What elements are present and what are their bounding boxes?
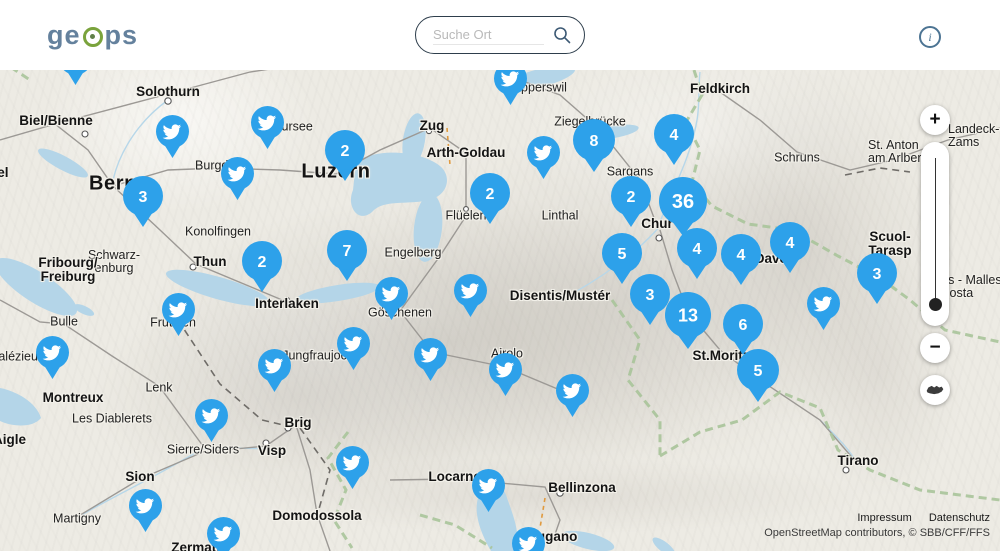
map-copyright: OpenStreetMap contributors, © SBB/CFF/FF… bbox=[764, 526, 990, 541]
search-icon[interactable] bbox=[552, 25, 572, 45]
twitter-marker[interactable] bbox=[371, 275, 412, 324]
logo-text-post: ps bbox=[105, 20, 139, 51]
twitter-marker[interactable] bbox=[254, 347, 295, 396]
cluster-marker-2[interactable]: 2 bbox=[466, 171, 514, 228]
zoom-slider[interactable] bbox=[921, 142, 949, 326]
twitter-marker[interactable] bbox=[468, 467, 509, 516]
twitter-marker[interactable] bbox=[217, 155, 258, 204]
cluster-count: 36 bbox=[672, 191, 694, 213]
twitter-marker[interactable] bbox=[485, 351, 526, 400]
impressum-link[interactable]: Impressum bbox=[857, 512, 911, 524]
app-header: geps i bbox=[0, 0, 1000, 70]
cluster-marker-2[interactable]: 2 bbox=[607, 174, 655, 231]
search-box bbox=[415, 16, 585, 54]
cluster-count: 4 bbox=[737, 247, 746, 264]
cluster-marker-4[interactable]: 4 bbox=[673, 226, 721, 283]
cluster-count: 2 bbox=[627, 189, 636, 206]
geops-map-app: SolothurnBiel/BienneNeuchâtelBernLuzernZ… bbox=[0, 0, 1000, 551]
map-canvas[interactable]: SolothurnBiel/BienneNeuchâtelBernLuzernZ… bbox=[0, 0, 1000, 551]
cluster-count: 4 bbox=[786, 235, 795, 252]
twitter-marker[interactable] bbox=[125, 487, 166, 536]
geops-logo[interactable]: geps bbox=[47, 20, 138, 51]
map-attribution: Impressum Datenschutz OpenStreetMap cont… bbox=[764, 511, 990, 541]
cluster-count: 3 bbox=[139, 189, 148, 206]
twitter-marker[interactable] bbox=[523, 134, 564, 183]
zoom-slider-track-line bbox=[935, 158, 936, 306]
search-input[interactable] bbox=[433, 25, 544, 45]
cluster-count: 3 bbox=[873, 266, 882, 283]
switzerland-extent-button[interactable] bbox=[920, 375, 950, 405]
logo-o-dot bbox=[90, 34, 95, 39]
twitter-marker[interactable] bbox=[803, 285, 844, 334]
cluster-marker-7[interactable]: 7 bbox=[323, 228, 371, 285]
twitter-marker[interactable] bbox=[152, 113, 193, 162]
map-markers-layer: 4 8 2 2 3 2 36 4 4 7 5 4 2 3 3 13 6 5 bbox=[0, 0, 1000, 551]
twitter-marker[interactable] bbox=[203, 515, 244, 551]
cluster-count: 6 bbox=[739, 317, 748, 334]
cluster-count: 5 bbox=[618, 246, 627, 263]
info-icon: i bbox=[928, 30, 931, 44]
cluster-count: 2 bbox=[486, 186, 495, 203]
cluster-count: 4 bbox=[670, 127, 679, 144]
twitter-marker[interactable] bbox=[158, 291, 199, 340]
twitter-marker[interactable] bbox=[508, 525, 549, 551]
cluster-marker-4[interactable]: 4 bbox=[650, 112, 698, 169]
cluster-count: 4 bbox=[693, 241, 702, 258]
cluster-marker-5[interactable]: 5 bbox=[733, 347, 783, 406]
cluster-marker-13[interactable]: 13 bbox=[661, 290, 715, 353]
cluster-count: 2 bbox=[258, 254, 267, 271]
datenschutz-link[interactable]: Datenschutz bbox=[929, 512, 990, 524]
cluster-count: 3 bbox=[646, 287, 655, 304]
cluster-marker-8[interactable]: 8 bbox=[569, 117, 619, 176]
logo-o-ring bbox=[83, 27, 103, 47]
cluster-count: 2 bbox=[341, 143, 350, 160]
twitter-marker[interactable] bbox=[333, 325, 374, 374]
cluster-marker-2[interactable]: 2 bbox=[238, 239, 286, 296]
cluster-count: 8 bbox=[590, 133, 599, 150]
twitter-marker[interactable] bbox=[450, 272, 491, 321]
cluster-marker-4[interactable]: 4 bbox=[717, 232, 765, 289]
switzerland-icon bbox=[925, 384, 945, 396]
twitter-marker[interactable] bbox=[247, 104, 288, 153]
zoom-out-button[interactable]: − bbox=[920, 333, 950, 363]
twitter-marker[interactable] bbox=[552, 372, 593, 421]
info-button[interactable]: i bbox=[919, 26, 941, 48]
cluster-marker-3[interactable]: 3 bbox=[853, 251, 901, 308]
logo-text-pre: ge bbox=[47, 20, 81, 51]
cluster-count: 5 bbox=[754, 363, 763, 380]
zoom-in-button[interactable]: + bbox=[920, 105, 950, 135]
zoom-slider-knob[interactable] bbox=[929, 298, 942, 311]
cluster-marker-2[interactable]: 2 bbox=[321, 128, 369, 185]
twitter-marker[interactable] bbox=[32, 334, 73, 383]
cluster-count: 13 bbox=[678, 305, 698, 325]
cluster-count: 7 bbox=[343, 243, 352, 260]
twitter-marker[interactable] bbox=[410, 336, 451, 385]
twitter-marker[interactable] bbox=[191, 397, 232, 446]
map-zoom-controls: + − bbox=[920, 105, 950, 405]
cluster-marker-4[interactable]: 4 bbox=[766, 220, 814, 277]
twitter-marker[interactable] bbox=[332, 444, 373, 493]
cluster-marker-3[interactable]: 3 bbox=[119, 174, 167, 231]
